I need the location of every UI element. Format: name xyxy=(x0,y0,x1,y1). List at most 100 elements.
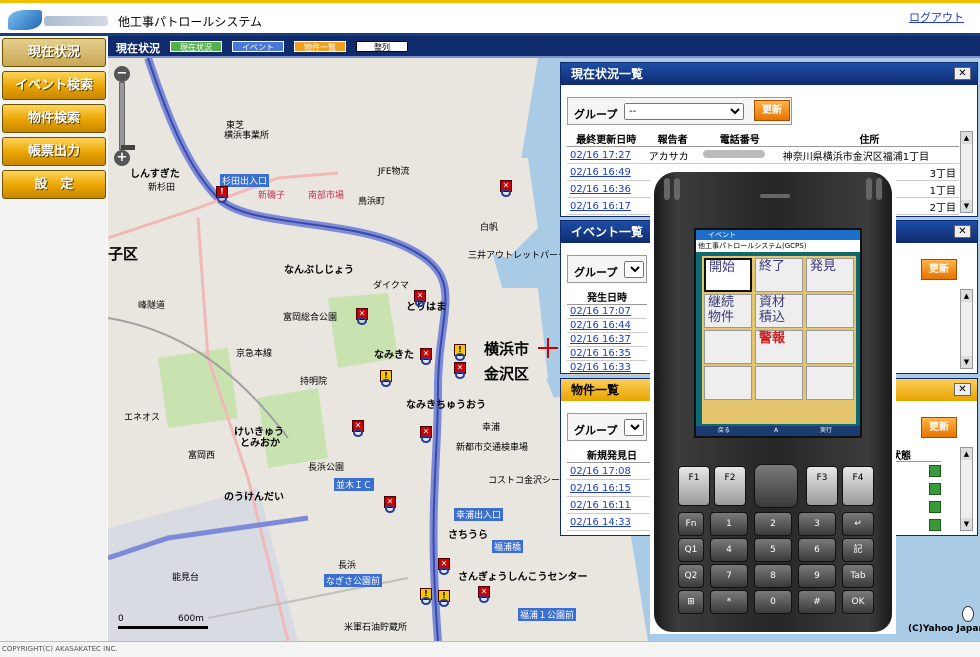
scroll-down-icon[interactable]: ▼ xyxy=(961,200,972,212)
sidebar-item-event-search[interactable]: イベント検索 xyxy=(2,71,106,100)
map-label: 能見台 xyxy=(172,573,200,583)
phone-discover-button[interactable]: 発見 xyxy=(806,258,854,292)
event-marker[interactable]: ✕ xyxy=(352,420,364,437)
close-icon[interactable]: ✕ xyxy=(954,383,971,396)
scroll-up-icon[interactable]: ▲ xyxy=(961,132,972,144)
logout-link[interactable]: ログアウト xyxy=(909,9,964,25)
arrange-button[interactable]: 整列 xyxy=(356,41,408,52)
phone-dpad xyxy=(754,464,798,508)
date-link[interactable]: 02/16 14:33 xyxy=(567,513,657,531)
status-toolbar: 現在状況 現在状況 イベント 物件一覧 整列 xyxy=(108,36,980,58)
key-tab: Tab xyxy=(842,564,874,588)
key-5: 5 xyxy=(754,538,792,562)
column-header: 最終更新日時 xyxy=(567,131,646,147)
toggle-current-status-button[interactable]: 現在状況 xyxy=(170,41,222,52)
time-link[interactable]: 02/16 16:37 xyxy=(567,332,647,347)
detail-icon[interactable] xyxy=(929,501,941,513)
close-icon[interactable]: ✕ xyxy=(954,67,971,80)
group-select[interactable]: -- xyxy=(624,103,744,120)
zoom-in-icon[interactable]: + xyxy=(114,150,130,166)
map-label: 長浜 xyxy=(338,561,357,571)
event-marker[interactable]: ! xyxy=(438,590,450,607)
detail-icon[interactable] xyxy=(929,465,941,477)
update-button[interactable]: 更新 xyxy=(921,259,957,280)
column-header: 報告者 xyxy=(645,131,700,147)
map-label: 幸浦出入口 xyxy=(454,508,504,521)
sidebar-item-current-status[interactable]: 現在状況 xyxy=(2,38,106,67)
phone-end-button[interactable]: 終了 xyxy=(755,258,803,292)
event-marker[interactable]: ✕ xyxy=(420,426,432,443)
mobile-phone-image: イベント 他工事パトロールシステム(GCPS) 開始 終了 発見 継続 物件 資… xyxy=(650,170,896,634)
key-ok: OK xyxy=(842,590,874,614)
sidebar-item-settings[interactable]: 設 定 xyxy=(2,170,106,199)
zoom-slider-track[interactable] xyxy=(119,82,135,150)
group-select[interactable] xyxy=(624,419,644,436)
phone-start-button[interactable]: 開始 xyxy=(704,258,752,292)
detail-icon[interactable] xyxy=(929,483,941,495)
scroll-up-icon[interactable]: ▲ xyxy=(961,290,972,302)
scroll-down-icon[interactable]: ▼ xyxy=(961,518,972,530)
key-hash: # xyxy=(798,590,836,614)
logo-swoosh-icon xyxy=(8,10,42,30)
key-0: 0 xyxy=(754,590,792,614)
date-link[interactable]: 02/16 16:15 xyxy=(567,479,657,497)
time-link[interactable]: 02/16 17:07 xyxy=(567,304,647,319)
event-marker[interactable]: ! xyxy=(454,344,466,361)
phone-continue-button[interactable]: 継続 物件 xyxy=(704,294,752,328)
map-label: しんすぎた xyxy=(130,169,180,180)
event-marker[interactable]: ✕ xyxy=(454,362,466,379)
date-link[interactable]: 02/16 17:08 xyxy=(567,462,657,480)
key-enter: ↵ xyxy=(842,512,874,536)
table-scrollbar[interactable]: ▲ ▼ xyxy=(960,289,973,369)
key-9: 9 xyxy=(798,564,836,588)
time-link[interactable]: 02/16 16:44 xyxy=(567,318,647,333)
toggle-properties-button[interactable]: 物件一覧 xyxy=(294,41,346,52)
time-link[interactable]: 02/16 16:36 xyxy=(567,180,646,198)
detail-icon[interactable] xyxy=(929,519,941,531)
time-link[interactable]: 02/16 16:35 xyxy=(567,346,647,361)
time-link[interactable]: 02/16 17:27 xyxy=(567,146,646,164)
group-filter: グループ xyxy=(567,255,647,283)
key-symbol: 記 xyxy=(842,538,874,562)
time-link[interactable]: 02/16 16:49 xyxy=(567,163,646,181)
map-label: ダイクマ xyxy=(373,281,409,291)
time-link[interactable]: 02/16 16:17 xyxy=(567,197,646,215)
key-f3: F3 xyxy=(806,466,838,506)
map-label: 三井アウトレットパーク xyxy=(468,251,568,261)
softkey-execute: 実行 xyxy=(820,427,833,434)
phone-materials-button[interactable]: 資材 積込 xyxy=(755,294,803,328)
event-marker[interactable]: ✕ xyxy=(500,180,512,197)
event-marker[interactable]: ✕ xyxy=(414,290,426,307)
zoom-control: − + xyxy=(114,66,135,166)
map-label: 南部市場 xyxy=(308,191,345,201)
key-8: 8 xyxy=(754,564,792,588)
date-link[interactable]: 02/16 16:11 xyxy=(567,496,657,514)
map-label: とみおか xyxy=(240,438,280,449)
table-scrollbar[interactable]: ▲ ▼ xyxy=(960,447,973,531)
update-button[interactable]: 更新 xyxy=(754,100,790,121)
scroll-up-icon[interactable]: ▲ xyxy=(961,448,972,460)
map-label: 横浜市 xyxy=(484,340,530,358)
event-marker[interactable]: ✕ xyxy=(438,558,450,575)
map-label: 子区 xyxy=(108,245,139,263)
event-marker[interactable]: ✕ xyxy=(478,586,490,603)
sidebar-item-report-output[interactable]: 帳票出力 xyxy=(2,137,106,166)
table-scrollbar[interactable]: ▲ ▼ xyxy=(960,131,973,213)
key-q1: Q1 xyxy=(678,538,704,562)
event-marker[interactable]: ✕ xyxy=(356,308,368,325)
zoom-out-icon[interactable]: − xyxy=(114,66,130,82)
event-marker[interactable]: ✕ xyxy=(384,496,396,513)
event-marker[interactable]: ! xyxy=(420,588,432,605)
toggle-events-button[interactable]: イベント xyxy=(232,41,284,52)
event-marker[interactable]: ! xyxy=(216,186,228,203)
time-link[interactable]: 02/16 16:33 xyxy=(567,360,647,375)
event-marker[interactable]: ! xyxy=(380,370,392,387)
scroll-down-icon[interactable]: ▼ xyxy=(961,356,972,368)
event-marker[interactable]: ✕ xyxy=(420,348,432,365)
map-scale: 0 600m xyxy=(118,614,208,632)
group-select[interactable] xyxy=(624,261,644,278)
close-icon[interactable]: ✕ xyxy=(954,225,971,238)
phone-alarm-button[interactable]: 警報 xyxy=(755,330,803,364)
sidebar-item-property-search[interactable]: 物件検索 xyxy=(2,104,106,133)
update-button[interactable]: 更新 xyxy=(921,417,957,438)
